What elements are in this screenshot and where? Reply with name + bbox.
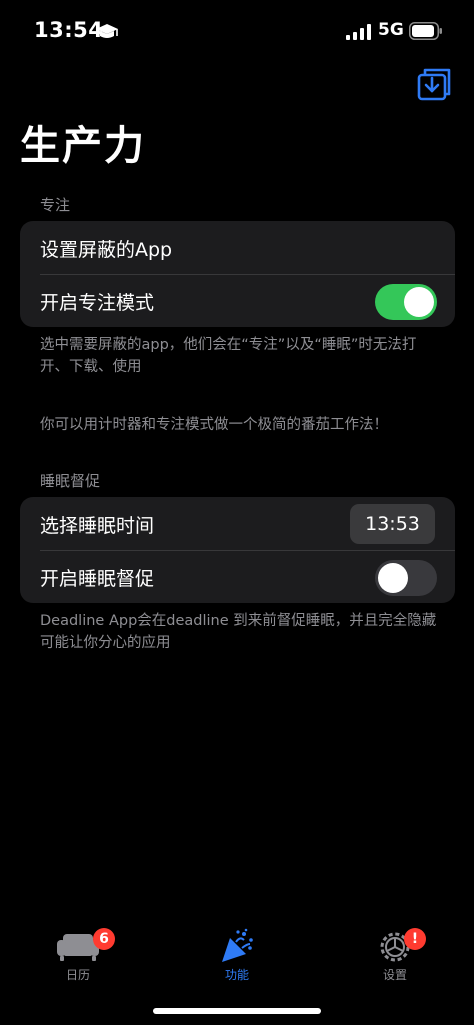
calendar-badge: 6 bbox=[93, 928, 115, 950]
tab-settings[interactable]: ! 设置 bbox=[355, 928, 435, 983]
tab-label: 设置 bbox=[382, 968, 407, 982]
toggle-knob bbox=[404, 287, 434, 317]
sleep-reminder-toggle[interactable] bbox=[375, 560, 437, 596]
battery-icon bbox=[409, 22, 442, 40]
signal-icon bbox=[346, 24, 371, 40]
tab-calendar[interactable]: 6 日历 bbox=[38, 928, 118, 983]
blocked-apps-label: 设置屏蔽的App bbox=[40, 239, 173, 261]
sleep-time-picker[interactable]: 13:53 bbox=[350, 504, 435, 544]
home-indicator bbox=[153, 1008, 321, 1014]
toggle-knob bbox=[378, 563, 408, 593]
focus-settings-group: 设置屏蔽的App 开启专注模式 bbox=[20, 221, 455, 327]
graduation-cap-icon bbox=[96, 24, 118, 38]
tab-icon-wrap: 6 bbox=[55, 928, 115, 964]
page-title: 生产力 bbox=[20, 123, 146, 169]
sleep-settings-group: 选择睡眠时间 13:53 开启睡眠督促 bbox=[20, 497, 455, 603]
focus-mode-toggle[interactable] bbox=[375, 284, 437, 320]
tab-label: 功能 bbox=[224, 968, 249, 982]
download-icon[interactable] bbox=[416, 66, 452, 102]
focus-mode-label: 开启专注模式 bbox=[40, 292, 155, 314]
sleep-section-header: 睡眠督促 bbox=[40, 472, 101, 490]
tab-features[interactable]: 功能 bbox=[197, 928, 277, 983]
status-time: 13:54 bbox=[34, 18, 104, 42]
sleep-reminder-row: 开启睡眠督促 bbox=[20, 550, 455, 603]
sleep-footnote: Deadline App会在deadline 到来前督促睡眠，并且完全隐藏可能让… bbox=[40, 613, 437, 651]
settings-badge: ! bbox=[404, 928, 426, 950]
focus-footnote: 选中需要屏蔽的app，他们会在“专注”以及“睡眠”时无法打开、下载、使用 bbox=[40, 337, 417, 375]
pomodoro-tip: 你可以用计时器和专注模式做一个极简的番茄工作法！ bbox=[40, 417, 388, 433]
tab-icon-wrap: ! bbox=[372, 928, 426, 964]
network-type: 5G bbox=[378, 20, 404, 40]
focus-section-header: 专注 bbox=[40, 196, 71, 214]
party-popper-icon bbox=[222, 928, 253, 962]
sleep-time-row: 选择睡眠时间 13:53 bbox=[20, 497, 455, 550]
blocked-apps-row[interactable]: 设置屏蔽的App bbox=[20, 221, 455, 274]
tab-label: 日历 bbox=[65, 968, 90, 982]
sleep-time-label: 选择睡眠时间 bbox=[40, 515, 155, 537]
sleep-reminder-label: 开启睡眠督促 bbox=[40, 568, 155, 590]
tab-icon-wrap bbox=[214, 928, 260, 964]
focus-mode-row: 开启专注模式 bbox=[20, 274, 455, 327]
